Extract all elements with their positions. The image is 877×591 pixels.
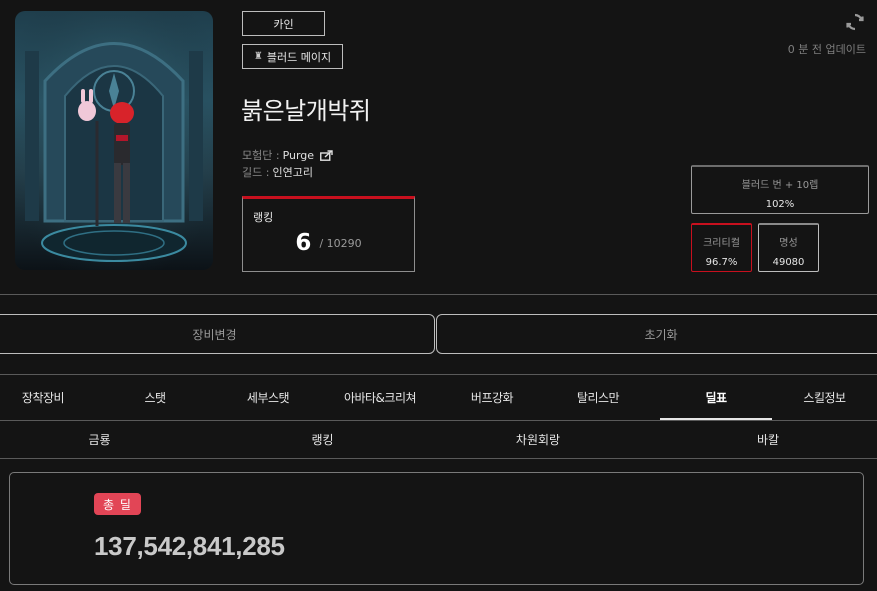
job-icon: ♜ [253, 51, 263, 62]
update-suffix: 분 전 업데이트 [794, 43, 866, 56]
total-damage-badge: 총 딜 [94, 493, 141, 515]
guild-label: 길드 : [242, 166, 270, 179]
tab-skill-info[interactable]: 스킬정보 [772, 375, 877, 420]
tab-talisman[interactable]: 탈리스만 [536, 375, 660, 420]
subtabs-bottom-divider [0, 458, 877, 459]
adventure-line: 모험단 : Purge [242, 147, 333, 163]
tab-detail-stats[interactable]: 세부스탯 [224, 375, 312, 420]
stat-bloodburn-value: 102% [765, 199, 795, 210]
subtab-geumryong[interactable]: 금룡 [0, 421, 199, 458]
header-divider [0, 294, 877, 295]
character-name: 붉은날개박쥐 [241, 97, 371, 125]
server-tag-label: 카인 [273, 17, 294, 31]
reset-button[interactable]: 초기화 [436, 314, 877, 354]
subtab-bakal[interactable]: 바칼 [692, 421, 844, 458]
stat-critical-value: 96.7% [705, 257, 738, 268]
character-portrait [15, 11, 213, 270]
ranking-total: / 10290 [319, 236, 362, 250]
stat-fame-value: 49080 [772, 257, 805, 268]
ranking-title: 랭킹 [253, 211, 274, 224]
update-status: 0 분 전 업데이트 [788, 41, 866, 57]
equip-change-button[interactable]: 장비변경 [0, 314, 435, 354]
update-count: 0 [787, 43, 795, 56]
ranking-main: 6 / 10290 [243, 230, 414, 256]
ranking-value: 6 [295, 230, 312, 256]
tab-avatar-creature[interactable]: 아바타&크리쳐 [312, 375, 448, 420]
tab-equipment[interactable]: 장착장비 [0, 375, 86, 420]
job-tag-label: 블러드 메이지 [266, 50, 332, 64]
adventure-label: 모험단 : [242, 149, 280, 162]
subtab-dimension-corridor[interactable]: 차원회랑 [384, 421, 692, 458]
total-damage-panel: 총 딜 137,542,841,285 [9, 472, 864, 585]
server-tag: 카인 [242, 11, 325, 36]
stat-critical-label: 크리티컬 [703, 238, 740, 249]
tab-buff-enhance[interactable]: 버프강화 [448, 375, 536, 420]
tab-damage-table[interactable]: 딜표 [660, 375, 772, 420]
stat-fame-label: 명성 [779, 238, 798, 249]
guild-name: 인연고리 [272, 166, 313, 179]
refresh-icon[interactable] [845, 12, 865, 32]
sub-tabs: 금룡 랭킹 차원회랑 바칼 [0, 421, 877, 458]
share-icon[interactable] [320, 149, 333, 161]
adventure-name: Purge [282, 148, 315, 162]
stat-fame: 명성 49080 [758, 223, 819, 272]
total-damage-value: 137,542,841,285 [94, 531, 285, 561]
guild-line: 길드 : 인연고리 [242, 164, 313, 180]
tab-stats[interactable]: 스탯 [86, 375, 224, 420]
subtab-ranking[interactable]: 랭킹 [261, 421, 384, 458]
stat-bloodburn: 블러드 번 + 10렙 102% [691, 165, 869, 214]
stat-critical: 크리티컬 96.7% [691, 223, 752, 272]
ranking-box: 랭킹 6 / 10290 [242, 196, 415, 272]
main-tabs: 장착장비 스탯 세부스탯 아바타&크리쳐 버프강화 탈리스만 딜표 스킬정보 [0, 375, 877, 420]
stat-bloodburn-label: 블러드 번 + 10렙 [741, 180, 819, 191]
job-tag: ♜ 블러드 메이지 [242, 44, 343, 69]
